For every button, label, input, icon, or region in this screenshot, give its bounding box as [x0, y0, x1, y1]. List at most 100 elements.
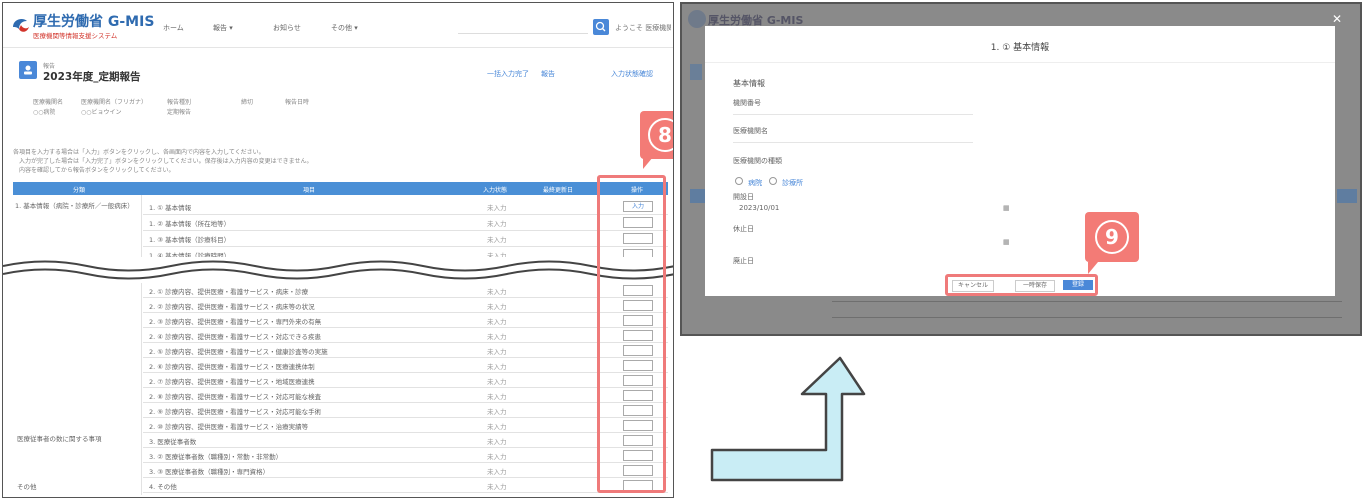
- info-label: 医療機関名（フリガナ）: [81, 99, 148, 106]
- field-label: 休止日: [733, 225, 754, 233]
- row-status: 未入力: [487, 453, 507, 461]
- opening-date-value[interactable]: 2023/10/01: [739, 204, 779, 212]
- action-column-highlight: [597, 175, 666, 493]
- logo-title[interactable]: 厚生労働省 G-MIS: [33, 11, 154, 31]
- table-row: 2. ② 診療内容、提供医療・看護サービス・病床等の状況 未入力: [143, 298, 668, 313]
- table-row: 2. ③ 診療内容、提供医療・看護サービス・専門外来の有無 未入力: [143, 313, 668, 328]
- radio-hospital[interactable]: 病院: [735, 170, 762, 189]
- page-title: 2023年度_定期報告: [43, 71, 141, 83]
- radio-label: 病院: [748, 179, 763, 187]
- row-status: 未入力: [487, 303, 507, 311]
- table-row: 1. ① 基本情報 未入力 入力: [143, 199, 668, 215]
- col-category: 分類: [73, 187, 86, 194]
- modal-buttons-highlight: [945, 274, 1098, 296]
- table-row: 2. ⑩ 診療内容、提供医療・看護サービス・治療実績等 未入力: [143, 418, 668, 433]
- row-item: 3. ② 医療従事者数（職種別・常勤・非常勤）: [149, 453, 283, 461]
- field-separator: [733, 142, 973, 143]
- report-link[interactable]: 報告: [541, 69, 555, 79]
- user-menu[interactable]: ようこそ 医療機関: [615, 23, 671, 33]
- modal-title: 1. ① 基本情報: [990, 43, 1050, 53]
- table-row: 3. ② 医療従事者数（職種別・常勤・非常勤） 未入力: [143, 448, 668, 463]
- search-input[interactable]: [458, 21, 588, 34]
- instruction-1: 各項目を入力する場合は「入力」ボタンをクリックし、各画面内で内容を入力してくださ…: [13, 149, 265, 156]
- row-status: 未入力: [487, 333, 507, 341]
- calendar-icon[interactable]: ▦: [1003, 204, 1010, 212]
- category-2: 医療従事者の数に関する事項: [17, 435, 102, 443]
- background-row-line: [832, 301, 1342, 302]
- table-row: 2. ⑦ 診療内容、提供医療・看護サービス・地域医療連携 未入力: [143, 373, 668, 388]
- table-row: 2. ⑤ 診療内容、提供医療・看護サービス・健康診査等の実施 未入力: [143, 343, 668, 358]
- row-item: 3. ③ 医療従事者数（職種別・専門資格）: [149, 468, 270, 476]
- background-logo-icon: [688, 10, 706, 28]
- table-row: 2. ① 診療内容、提供医療・看護サービス・病床・診療 未入力: [143, 283, 668, 298]
- nav-notice[interactable]: お知らせ: [273, 23, 301, 33]
- table-rows-bottom: 2. ① 診療内容、提供医療・看護サービス・病床・診療 未入力 2. ② 診療内…: [143, 283, 668, 493]
- section-title: 基本情報: [733, 79, 765, 88]
- chevron-down-icon: ▾: [229, 24, 233, 32]
- info-value: 定期報告: [167, 109, 192, 116]
- table-row: 3. ③ 医療従事者数（職種別・専門資格） 未入力: [143, 463, 668, 478]
- chevron-down-icon: ▾: [354, 24, 358, 32]
- row-status: 未入力: [487, 408, 507, 416]
- radio-icon: [769, 177, 777, 185]
- row-item: 2. ⑧ 診療内容、提供医療・看護サービス・対応可能な検査: [149, 393, 322, 401]
- field-separator: [733, 114, 973, 115]
- table-header: 分類 項目 入力状態 最終更新日 操作: [13, 182, 668, 195]
- row-status: 未入力: [487, 220, 507, 228]
- instruction-2: 入力が完了した場合は「入力完了」ボタンをクリックしてください。保存後は入力内容の…: [19, 158, 313, 165]
- row-status: 未入力: [487, 236, 507, 244]
- nav-other[interactable]: その他 ▾: [331, 23, 358, 33]
- background-report-icon: [690, 64, 702, 80]
- nav-other-label: その他: [331, 24, 352, 32]
- field-label: 廃止日: [733, 257, 754, 265]
- nav-home[interactable]: ホーム: [163, 23, 184, 33]
- table-row: 1. ② 基本情報（所在地等） 未入力: [143, 215, 668, 231]
- info-value: ○○ビョウイン: [81, 109, 122, 116]
- row-item: 1. ① 基本情報: [149, 204, 192, 212]
- step-8-badge: 8: [648, 118, 673, 152]
- input-status-link[interactable]: 入力状態確認: [611, 69, 653, 79]
- nav-report-label: 報告: [213, 24, 227, 32]
- omission-break: [3, 257, 673, 283]
- row-status: 未入力: [487, 483, 507, 491]
- background-table-header: [690, 189, 706, 203]
- report-icon: [19, 61, 37, 79]
- step-9-tag: 9: [1085, 212, 1139, 262]
- col-item: 項目: [303, 187, 316, 194]
- search-button[interactable]: [593, 19, 609, 35]
- right-screenshot: 厚生労働省 G-MIS ✕ 1. ① 基本情報 基本情報 機関番号 医療機関名 …: [680, 2, 1362, 336]
- row-item: 2. ⑩ 診療内容、提供医療・看護サービス・治療実績等: [149, 423, 309, 431]
- row-status: 未入力: [487, 468, 507, 476]
- col-status: 入力状態: [483, 187, 508, 194]
- row-status: 未入力: [487, 393, 507, 401]
- nav-report[interactable]: 報告 ▾: [213, 23, 233, 33]
- basic-info-modal: 1. ① 基本情報 基本情報 機関番号 医療機関名 医療機関の種類 病院 診療所…: [705, 26, 1335, 296]
- step-8-tag: 8: [640, 111, 673, 159]
- bulk-complete-link[interactable]: 一括入力完了: [487, 69, 529, 79]
- left-screenshot: 厚生労働省 G-MIS 医療機関等情報支援システム ホーム 報告 ▾ お知らせ …: [2, 2, 674, 498]
- row-item: 3. 医療従事者数: [149, 438, 197, 446]
- table-row: 4. その他 未入力: [143, 478, 668, 493]
- info-row: 医療機関名 ○○病院 医療機関名（フリガナ） ○○ビョウイン 報告種別 定期報告…: [33, 97, 353, 121]
- row-item: 1. ② 基本情報（所在地等）: [149, 220, 231, 228]
- row-status: 未入力: [487, 204, 507, 212]
- step-9-pointer: [1088, 262, 1098, 274]
- table-row: 2. ④ 診療内容、提供医療・看護サービス・対応できる疾患 未入力: [143, 328, 668, 343]
- field-label: 機関番号: [733, 99, 761, 107]
- background-table-header: [1337, 189, 1357, 203]
- category-3: その他: [17, 483, 37, 491]
- column-divider: [141, 195, 142, 495]
- step-8-pointer: [643, 157, 653, 169]
- table-row: 2. ⑨ 診療内容、提供医療・看護サービス・対応可能な手術 未入力: [143, 403, 668, 418]
- search-icon: [595, 21, 606, 32]
- row-status: 未入力: [487, 318, 507, 326]
- table-rows-top: 1. ① 基本情報 未入力 入力 1. ② 基本情報（所在地等） 未入力 1. …: [143, 199, 668, 263]
- radio-clinic[interactable]: 診療所: [769, 170, 803, 189]
- table-row: 3. 医療従事者数 未入力: [143, 433, 668, 448]
- field-label: 医療機関の種類: [733, 157, 782, 165]
- modal-divider: [705, 62, 1335, 63]
- modal-close-icon[interactable]: ✕: [1332, 12, 1342, 26]
- calendar-icon[interactable]: ▦: [1003, 238, 1010, 246]
- radio-label: 診療所: [782, 179, 804, 187]
- logo-subtitle: 医療機関等情報支援システム: [33, 32, 118, 40]
